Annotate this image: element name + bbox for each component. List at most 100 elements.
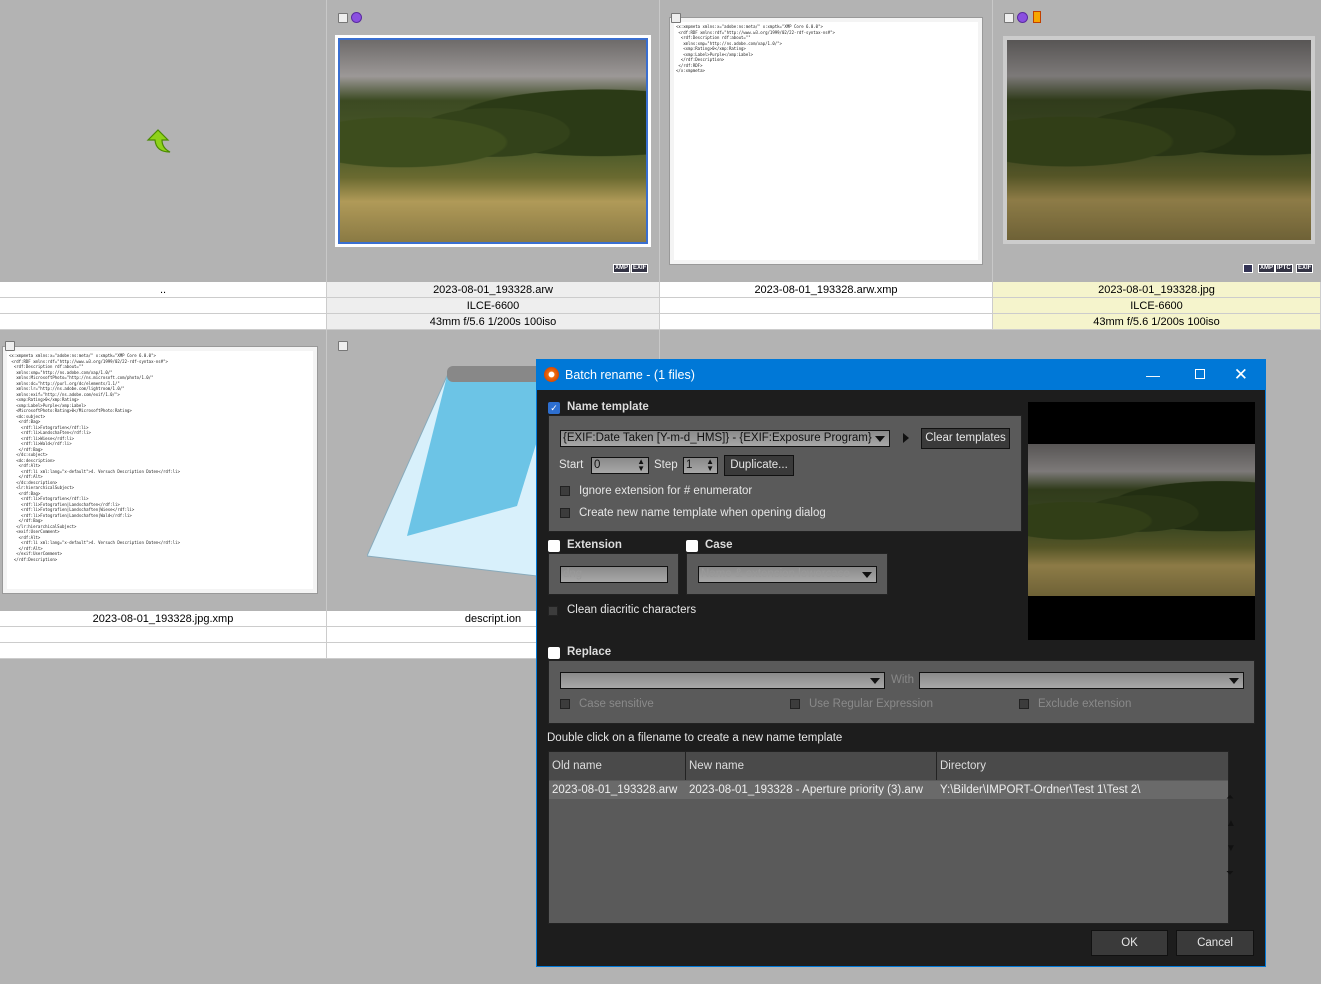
clean-diacritic-label: Clean diacritic characters [567, 604, 697, 616]
rename-table[interactable]: Old name New name Directory 2023-08-01_1… [548, 751, 1229, 924]
old-name-cell: 2023-08-01_193328.arw [552, 784, 678, 796]
name-template-panel: {EXIF:Date Taken [Y-m-d_HMS]} - {EXIF:Ex… [548, 415, 1022, 532]
file-name[interactable]: 2023-08-01_193328.jpg.xmp [0, 611, 327, 627]
dropdown-arrow-icon [870, 678, 880, 684]
xmp-badge: XMP [613, 264, 631, 273]
template-combobox[interactable]: {EXIF:Date Taken [Y-m-d_HMS]} - {EXIF:Ex… [560, 430, 890, 447]
purple-label-icon [351, 12, 362, 23]
thumbnail-jpg[interactable]: XMP IPTC EXIF [993, 0, 1321, 282]
spin-arrows-icon[interactable]: ▲ ▼ [706, 458, 714, 473]
link-icon [1243, 264, 1253, 273]
step-spinbox[interactable]: 1 ▲ ▼ [683, 457, 718, 474]
up-arrow-icon[interactable] [144, 126, 174, 156]
purple-label-icon [1017, 12, 1028, 23]
exclude-extension-label: Exclude extension [1038, 698, 1132, 710]
find-combobox[interactable] [560, 672, 885, 689]
start-label: Start [559, 459, 584, 471]
with-label: With [891, 674, 914, 686]
replace-panel: With Case sensitive Use Regular Expressi… [548, 660, 1255, 724]
extension-panel: dng [548, 553, 679, 595]
empty-field [0, 643, 327, 659]
ok-button[interactable]: OK [1091, 930, 1168, 956]
insert-menu-arrow-icon[interactable] [903, 433, 909, 443]
cancel-button[interactable]: Cancel [1176, 930, 1254, 956]
file-name[interactable]: 2023-08-01_193328.arw.xmp [660, 282, 993, 298]
title-bar[interactable]: Batch rename - (1 files) — ✕ [537, 360, 1265, 390]
camera-model: ILCE-6600 [993, 298, 1321, 314]
exclude-extension-checkbox[interactable] [1019, 699, 1029, 709]
column-new-name[interactable]: New name [686, 752, 937, 780]
case-value: Name & extension lowercase [701, 568, 850, 580]
move-bottom-icon[interactable]: ⏷ [1226, 868, 1234, 879]
name-template-label: Name template [567, 401, 649, 413]
camera-model: ILCE-6600 [327, 298, 660, 314]
xmp-preview: <x:xmpmeta xmlns:x="adobe:ns:meta/" x:xm… [669, 17, 983, 265]
iptc-badge: IPTC [1275, 264, 1293, 273]
exif-info: 43mm f/5.6 1/200s 100iso [327, 314, 660, 330]
spin-arrows-icon[interactable]: ▲ ▼ [637, 458, 645, 473]
start-value: 0 [594, 459, 601, 471]
xmp-preview: <x:xmpmeta xmlns:x="adobe:ns:meta/" x:xm… [2, 346, 318, 594]
case-label: Case [705, 539, 733, 551]
close-button[interactable]: ✕ [1234, 360, 1248, 390]
clear-templates-button[interactable]: Clear templates [921, 428, 1010, 449]
extension-checkbox[interactable] [548, 540, 560, 552]
new-name-cell: 2023-08-01_193328 - Aperture priority (3… [689, 784, 923, 796]
regex-label: Use Regular Expression [809, 698, 934, 710]
maximize-button[interactable] [1195, 369, 1205, 379]
xmp-badge: XMP [1258, 264, 1276, 273]
empty-field [0, 314, 327, 330]
photo-thumbnail [335, 35, 651, 247]
extension-input[interactable]: dng [560, 566, 668, 583]
column-old-name[interactable]: Old name [549, 752, 686, 780]
minimize-button[interactable]: — [1146, 360, 1160, 390]
dropdown-arrow-icon [862, 572, 872, 578]
select-checkbox[interactable] [338, 341, 348, 351]
thumbnail-jpg-xmp[interactable]: <x:xmpmeta xmlns:x="adobe:ns:meta/" x:xm… [0, 330, 327, 611]
exif-badge: EXIF [1296, 264, 1314, 273]
empty-field [660, 298, 993, 314]
extension-label: Extension [567, 539, 622, 551]
template-value: {EXIF:Date Taken [Y-m-d_HMS]} - {EXIF:Ex… [563, 432, 872, 444]
move-down-icon[interactable]: ▼ [1226, 843, 1236, 854]
case-panel: Name & extension lowercase [686, 553, 888, 595]
batch-rename-dialog: Batch rename - (1 files) — ✕ ✓ Name temp… [536, 359, 1266, 967]
clean-diacritic-checkbox[interactable] [548, 606, 558, 616]
move-top-icon[interactable]: ⏶ [1226, 792, 1234, 803]
regex-checkbox[interactable] [790, 699, 800, 709]
case-checkbox[interactable] [686, 540, 698, 552]
thumbnail-arw[interactable]: XMP EXIF [327, 0, 660, 282]
create-new-template-checkbox[interactable] [560, 508, 570, 518]
select-checkbox[interactable] [5, 341, 15, 351]
parent-folder-cell[interactable] [0, 0, 327, 282]
file-name[interactable]: .. [0, 282, 327, 298]
start-spinbox[interactable]: 0 ▲ ▼ [591, 457, 649, 474]
exif-badge: EXIF [631, 264, 649, 273]
column-directory[interactable]: Directory [937, 752, 1228, 780]
create-new-template-label: Create new name template when opening di… [579, 507, 826, 519]
with-combobox[interactable] [919, 672, 1244, 689]
dropdown-arrow-icon [875, 436, 885, 442]
select-checkbox[interactable] [671, 13, 681, 23]
thumbnail-arw-xmp[interactable]: <x:xmpmeta xmlns:x="adobe:ns:meta/" x:xm… [660, 0, 993, 282]
select-checkbox[interactable] [1004, 13, 1014, 23]
empty-field [660, 314, 993, 330]
ignore-extension-checkbox[interactable] [560, 486, 570, 496]
name-template-checkbox[interactable]: ✓ [548, 402, 560, 414]
directory-cell: Y:\Bilder\IMPORT-Ordner\Test 1\Test 2\ [940, 784, 1141, 796]
step-value: 1 [686, 459, 693, 471]
file-name[interactable]: 2023-08-01_193328.arw [327, 282, 660, 298]
move-up-icon[interactable]: ▲ [1226, 818, 1236, 829]
select-checkbox[interactable] [338, 13, 348, 23]
duplicate-button[interactable]: Duplicate... [724, 455, 794, 476]
step-label: Step [654, 459, 678, 471]
case-dropdown[interactable]: Name & extension lowercase [698, 566, 877, 583]
preview-image [1028, 444, 1255, 596]
dropdown-arrow-icon [1229, 678, 1239, 684]
ignore-extension-label: Ignore extension for # enumerator [579, 485, 753, 497]
bookmark-icon [1033, 11, 1041, 23]
case-sensitive-checkbox[interactable] [560, 699, 570, 709]
empty-field [0, 298, 327, 314]
replace-checkbox[interactable] [548, 647, 560, 659]
file-name[interactable]: 2023-08-01_193328.jpg [993, 282, 1321, 298]
